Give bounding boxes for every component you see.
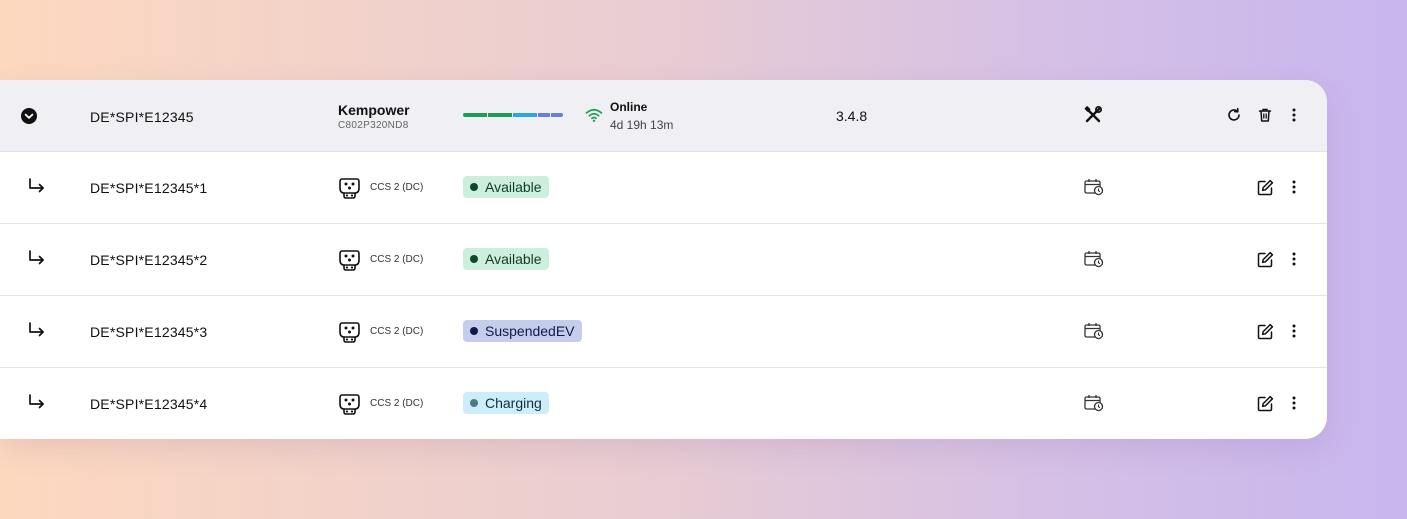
sub-arrow-icon — [27, 248, 47, 268]
sub-arrow-icon — [27, 176, 47, 196]
ccs2-plug-icon — [339, 393, 360, 415]
status-badge: Available — [463, 176, 549, 198]
more-options-icon[interactable] — [1286, 179, 1302, 195]
sub-arrow-icon — [27, 320, 47, 340]
edit-icon[interactable] — [1257, 323, 1274, 340]
connector-id: DE*SPI*E12345*1 — [90, 180, 208, 196]
uptime: 4d 19h 13m — [610, 118, 674, 132]
more-options-icon[interactable] — [1286, 323, 1302, 339]
connector-id: DE*SPI*E12345*2 — [90, 252, 208, 268]
status-bar-segment — [463, 113, 487, 117]
connector-type: CCS 2 (DC) — [370, 182, 424, 193]
ccs2-plug-icon — [339, 321, 360, 343]
edit-icon[interactable] — [1257, 395, 1274, 412]
schedule-icon[interactable] — [1084, 178, 1104, 196]
wifi-icon — [585, 107, 603, 123]
connector-id: DE*SPI*E12345*4 — [90, 396, 208, 412]
connection-status: Online — [610, 100, 648, 114]
station-table: DE*SPI*E12345 Kempower C802P320ND8 Onlin… — [0, 80, 1327, 439]
connector-row[interactable]: DE*SPI*E12345*4 CCS 2 (DC) Charging — [0, 368, 1327, 439]
connector-status-bar — [463, 113, 563, 117]
tools-icon[interactable] — [1084, 106, 1102, 124]
firmware-version: 3.4.8 — [836, 108, 868, 124]
more-options-icon[interactable] — [1286, 251, 1302, 267]
schedule-icon[interactable] — [1084, 394, 1104, 412]
status-bar-segment — [488, 113, 512, 117]
trash-icon[interactable] — [1257, 107, 1273, 123]
station-serial: C802P320ND8 — [338, 120, 409, 131]
status-bar-segment — [551, 113, 563, 117]
status-badge: SuspendedEV — [463, 320, 582, 342]
collapse-chevron-icon[interactable] — [20, 107, 38, 125]
ccs2-plug-icon — [339, 249, 360, 271]
edit-icon[interactable] — [1257, 251, 1274, 268]
sub-arrow-icon — [27, 392, 47, 412]
reload-icon[interactable] — [1226, 107, 1242, 123]
schedule-icon[interactable] — [1084, 322, 1104, 340]
ccs2-plug-icon — [339, 177, 360, 199]
status-bar-segment — [513, 113, 537, 117]
more-options-icon[interactable] — [1286, 107, 1302, 123]
status-badge: Available — [463, 248, 549, 270]
station-id: DE*SPI*E12345 — [90, 109, 194, 125]
station-vendor: Kempower — [338, 102, 410, 118]
edit-icon[interactable] — [1257, 179, 1274, 196]
schedule-icon[interactable] — [1084, 250, 1104, 268]
connector-id: DE*SPI*E12345*3 — [90, 324, 208, 340]
station-row[interactable]: DE*SPI*E12345 Kempower C802P320ND8 Onlin… — [0, 80, 1327, 152]
connector-type: CCS 2 (DC) — [370, 254, 424, 265]
status-badge: Charging — [463, 392, 549, 414]
connector-type: CCS 2 (DC) — [370, 326, 424, 337]
more-options-icon[interactable] — [1286, 395, 1302, 411]
connector-row[interactable]: DE*SPI*E12345*3 CCS 2 (DC) SuspendedEV — [0, 296, 1327, 368]
status-bar-segment — [538, 113, 550, 117]
connector-row[interactable]: DE*SPI*E12345*1 CCS 2 (DC) Available — [0, 152, 1327, 224]
connector-type: CCS 2 (DC) — [370, 398, 424, 409]
connector-row[interactable]: DE*SPI*E12345*2 CCS 2 (DC) Available — [0, 224, 1327, 296]
